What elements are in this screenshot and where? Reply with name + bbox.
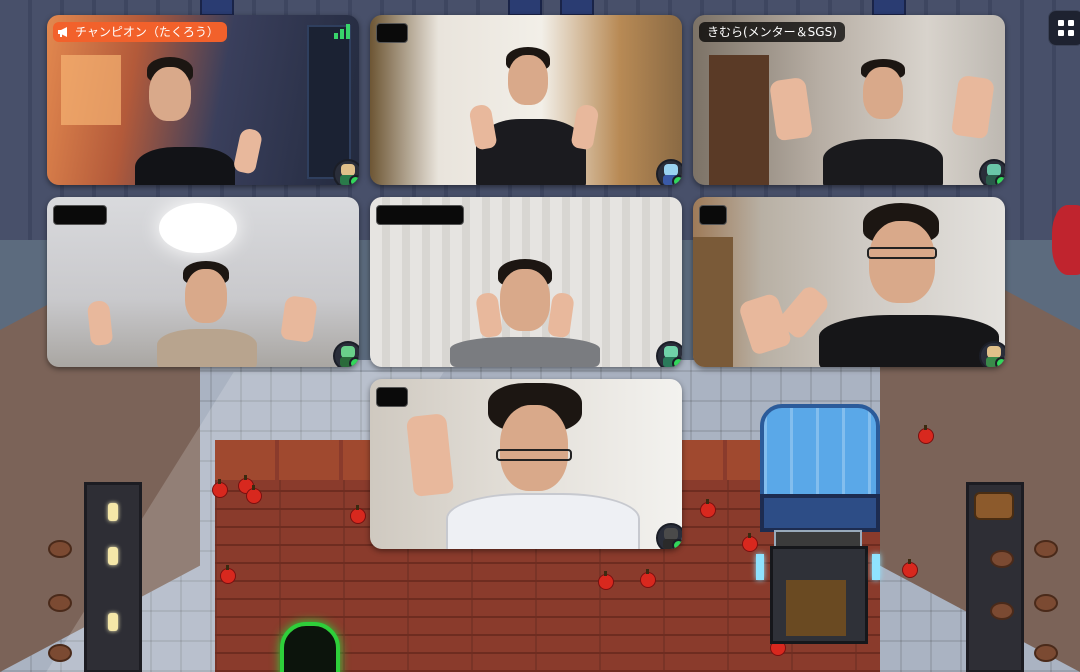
online-status-dot [995, 357, 1005, 367]
wall-window [200, 0, 234, 16]
online-status-dot [672, 357, 682, 367]
background-window [61, 55, 121, 125]
name-tag: チャンピオン（たくろう） [53, 22, 227, 42]
apple-item[interactable] [246, 485, 262, 504]
apple-item[interactable] [902, 559, 918, 578]
train-light [872, 554, 880, 580]
wall-window [508, 0, 542, 16]
apple-item[interactable] [700, 499, 716, 518]
avatar [333, 341, 359, 367]
ceiling-light [159, 203, 237, 253]
train-roof [760, 404, 880, 504]
left-counter[interactable] [84, 482, 142, 672]
participant-video [462, 45, 602, 185]
stool [48, 594, 72, 612]
wall-window [560, 0, 594, 16]
lamp-icon [108, 503, 118, 521]
redacted-name-tag [376, 387, 408, 407]
redacted-name-tag [699, 205, 727, 225]
participant-name: きむら(メンター＆SGS) [707, 25, 837, 39]
online-status-dot [672, 175, 682, 185]
participant-video [763, 55, 1003, 185]
stool [1034, 644, 1058, 662]
apple-item[interactable] [918, 425, 934, 444]
avatar [979, 341, 1005, 367]
background-door [709, 55, 769, 185]
grid-view-icon [1058, 20, 1064, 26]
participant-video [390, 383, 670, 549]
train-door [786, 580, 846, 636]
train-vehicle[interactable] [752, 404, 890, 644]
redacted-name-tag [376, 23, 408, 43]
participant-video [86, 257, 327, 367]
apple-item[interactable] [212, 479, 228, 498]
video-tile[interactable] [47, 197, 359, 367]
wall-window [872, 0, 906, 16]
apple-item[interactable] [220, 565, 236, 584]
train-light [756, 554, 764, 580]
avatar [979, 159, 1005, 185]
stool [48, 644, 72, 662]
participant-video [125, 55, 264, 185]
video-tile[interactable]: きむら(メンター＆SGS) [693, 15, 1005, 185]
avatar [333, 159, 359, 185]
online-status-dot [995, 175, 1005, 185]
megaphone-icon [58, 27, 67, 37]
apple-item[interactable] [350, 505, 366, 524]
name-tag: きむら(メンター＆SGS) [699, 22, 845, 42]
avatar [656, 523, 682, 549]
green-portal[interactable] [280, 622, 340, 672]
barrel [974, 492, 1014, 520]
signal-strength-icon [334, 24, 350, 39]
participant-name: チャンピオン（たくろう） [75, 25, 219, 39]
background-shelf [307, 25, 351, 179]
online-status-dot [349, 357, 359, 367]
video-tile[interactable] [370, 379, 682, 549]
stool [48, 540, 72, 558]
video-tile[interactable] [370, 197, 682, 367]
avatar [656, 159, 682, 185]
red-tree [1052, 205, 1080, 275]
background-shelf [693, 237, 733, 367]
participant-video [440, 257, 610, 367]
redacted-name-tag [376, 205, 464, 225]
online-status-dot [349, 175, 359, 185]
video-tile[interactable] [693, 197, 1005, 367]
online-status-dot [672, 539, 682, 549]
grid-view-button[interactable] [1048, 10, 1080, 46]
lamp-icon [108, 547, 118, 565]
redacted-name-tag [53, 205, 107, 225]
stool [1034, 594, 1058, 612]
video-tile-champion[interactable]: チャンピオン（たくろう） [47, 15, 359, 185]
stool [1034, 540, 1058, 558]
participant-video [729, 203, 1005, 367]
train-front [760, 494, 880, 532]
apple-item[interactable] [640, 569, 656, 588]
apple-item[interactable] [598, 571, 614, 590]
video-tile[interactable] [370, 15, 682, 185]
stool [990, 550, 1014, 568]
avatar [656, 341, 682, 367]
lamp-icon [108, 613, 118, 631]
stool [990, 602, 1014, 620]
